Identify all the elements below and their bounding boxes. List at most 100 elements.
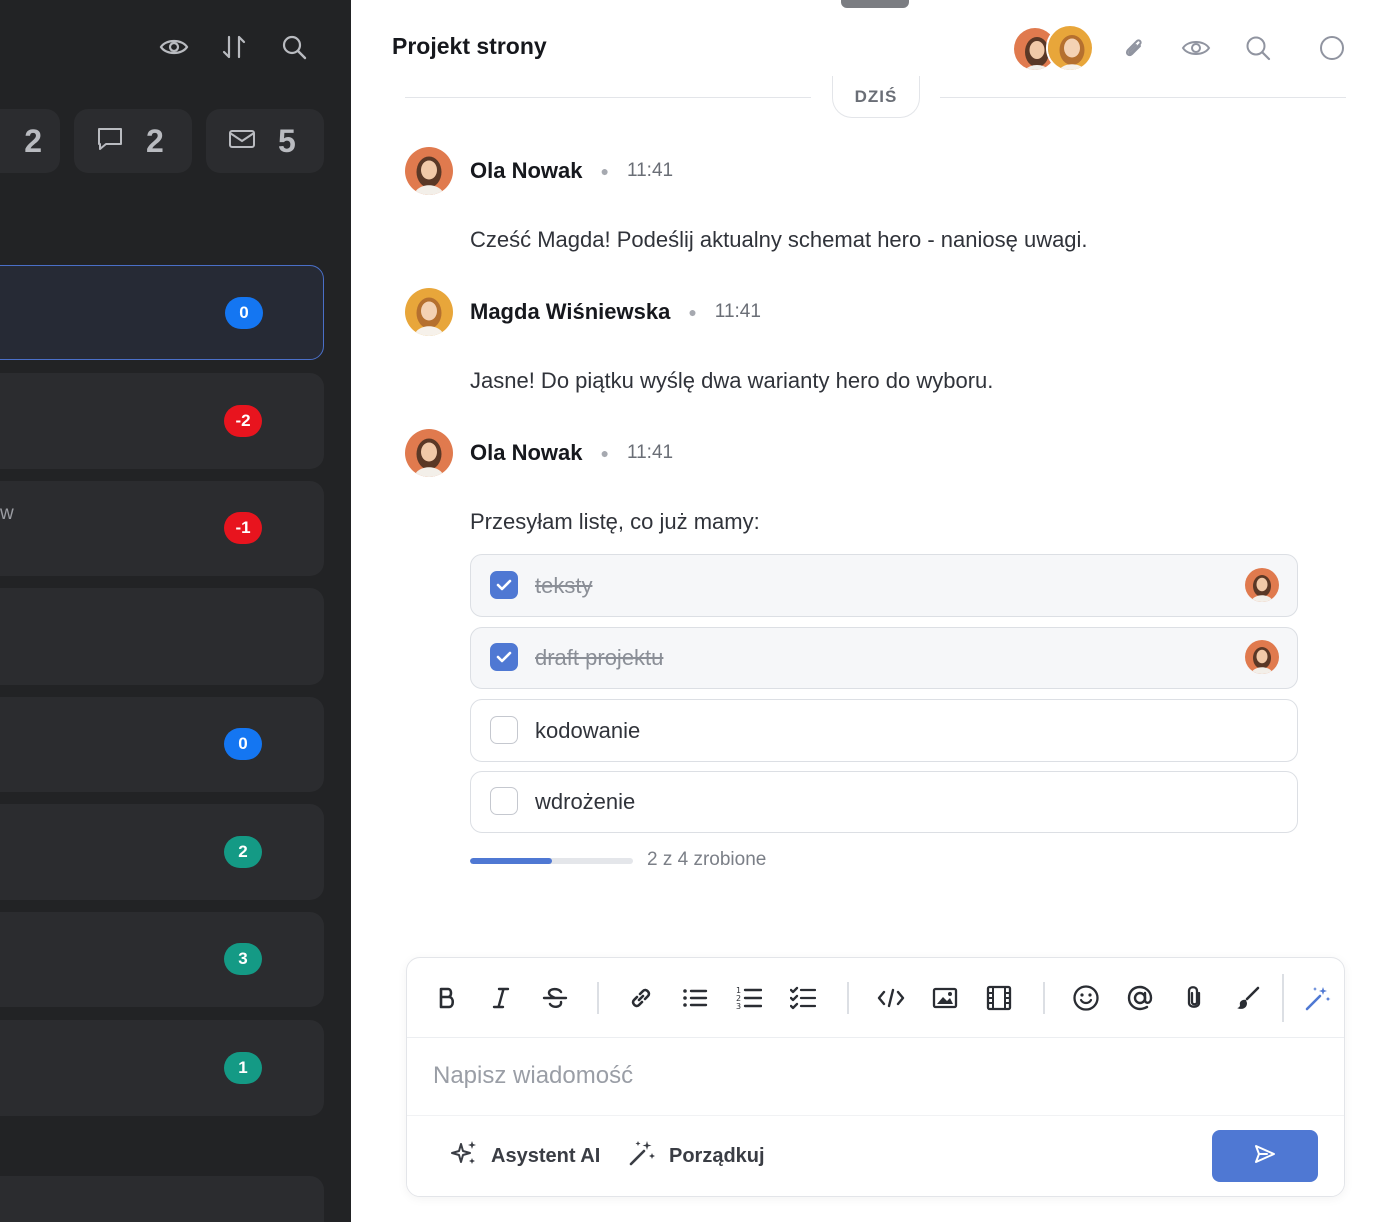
conversation-item[interactable] — [0, 1176, 324, 1222]
mail-icon — [228, 128, 256, 155]
conversation-item[interactable]: 2 — [0, 804, 324, 900]
message-time: 11:41 — [626, 160, 674, 181]
stat-counter[interactable]: 2 — [0, 109, 60, 173]
unread-badge: 0 — [225, 297, 263, 329]
unread-badge: 1 — [224, 1052, 262, 1084]
italic-icon[interactable] — [483, 980, 519, 1016]
unread-badge: 2 — [224, 836, 262, 868]
brush-icon[interactable] — [1230, 980, 1266, 1016]
conversation-item[interactable]: w -1 — [0, 481, 324, 576]
video-icon[interactable] — [981, 980, 1017, 1016]
magic-wand-icon — [627, 1138, 657, 1174]
circle-icon[interactable] — [1314, 30, 1350, 66]
conversation-item[interactable]: 1 — [0, 1020, 324, 1116]
tidy-label: Porządkuj — [669, 1144, 765, 1167]
toolbar-divider — [847, 982, 849, 1014]
ai-assistant-button[interactable]: Asystent AI — [449, 1138, 600, 1174]
message-time: 11:41 — [626, 442, 674, 463]
message-text: Przesyłam listę, co już mamy: — [470, 509, 760, 534]
image-icon[interactable] — [927, 980, 963, 1016]
code-icon[interactable] — [873, 980, 909, 1016]
mention-icon[interactable] — [1122, 980, 1158, 1016]
checklist-item-label: wdrożenie — [535, 789, 636, 814]
sort-icon[interactable] — [217, 30, 251, 64]
stat-comments[interactable]: 2 — [74, 109, 192, 173]
message-composer: 123 Napisz wiadomość Asystent AI Porządk… — [406, 957, 1345, 1197]
checklist-icon[interactable] — [785, 980, 821, 1016]
message-author[interactable]: Ola Nowak — [470, 440, 582, 466]
attach-icon[interactable] — [1176, 980, 1212, 1016]
message-text: Cześć Magda! Podeślij aktualny schemat h… — [470, 227, 1088, 252]
separator-dot: ● — [688, 304, 697, 320]
numbered-list-icon[interactable]: 123 — [731, 980, 767, 1016]
bullet-list-icon[interactable] — [677, 980, 713, 1016]
paperclip-icon[interactable] — [1116, 30, 1152, 66]
checklist-item[interactable]: wdrożenie — [470, 771, 1298, 833]
conversation-item[interactable] — [0, 588, 324, 685]
toolbar-divider — [597, 982, 599, 1014]
avatar[interactable] — [405, 429, 453, 477]
message-header: Magda Wiśniewska ● 11:41 — [405, 288, 761, 336]
svg-text:3: 3 — [736, 1002, 741, 1011]
checklist-item[interactable]: draft projektu — [470, 627, 1298, 689]
checkbox-checked[interactable] — [490, 571, 518, 599]
separator-dot: ● — [600, 445, 609, 461]
checklist-item[interactable]: kodowanie — [470, 699, 1298, 762]
message-author[interactable]: Magda Wiśniewska — [470, 299, 670, 325]
conversation-snippet: w — [0, 503, 14, 524]
checklist-progress-label: 2 z 4 zrobione — [647, 849, 767, 870]
bold-icon[interactable] — [429, 980, 465, 1016]
conversation-item[interactable]: 0 — [0, 265, 324, 360]
strikethrough-icon[interactable] — [537, 980, 573, 1016]
avatar[interactable] — [405, 147, 453, 195]
message-input[interactable]: Napisz wiadomość — [433, 1062, 633, 1090]
stat-mail[interactable]: 5 — [206, 109, 324, 173]
message-author[interactable]: Ola Nowak — [470, 158, 582, 184]
chat-header-actions — [1116, 30, 1350, 66]
assignee-avatar — [1245, 640, 1279, 674]
day-label: DZIŚ — [832, 76, 920, 118]
checklist-item[interactable]: teksty — [470, 554, 1298, 617]
conversation-item[interactable]: 0 — [0, 697, 324, 792]
ai-assistant-label: Asystent AI — [491, 1144, 601, 1167]
checklist-item-label: teksty — [535, 573, 593, 598]
sparkles-icon — [449, 1138, 479, 1174]
conversation-sidebar: 2 2 5 0 -2 w -1 0 2 3 1 — [0, 0, 351, 1222]
day-divider-line — [405, 97, 811, 98]
participants-avatars[interactable] — [1012, 24, 1094, 72]
comment-icon — [96, 126, 124, 157]
checkbox-checked[interactable] — [490, 643, 518, 671]
message-text: Jasne! Do piątku wyślę dwa warianty hero… — [470, 368, 994, 393]
link-icon[interactable] — [623, 980, 659, 1016]
unread-badge: 3 — [224, 943, 262, 975]
checkbox-unchecked[interactable] — [490, 787, 518, 815]
checklist-progress-bar — [470, 858, 633, 864]
avatar — [1046, 24, 1094, 72]
checkbox-unchecked[interactable] — [490, 716, 518, 744]
eye-icon[interactable] — [157, 30, 191, 64]
stat-value: 5 — [278, 122, 296, 159]
message-header: Ola Nowak ● 11:41 — [405, 429, 673, 477]
magic-wand-icon[interactable] — [1300, 980, 1336, 1016]
emoji-icon[interactable] — [1068, 980, 1104, 1016]
avatar[interactable] — [405, 288, 453, 336]
drag-handle[interactable] — [841, 0, 909, 8]
unread-badge: -2 — [224, 405, 262, 437]
send-button[interactable] — [1212, 1130, 1318, 1182]
conversation-item[interactable]: -2 — [0, 373, 324, 469]
unread-badge: 0 — [224, 728, 262, 760]
day-label-text: DZIŚ — [854, 87, 898, 106]
tidy-button[interactable]: Porządkuj — [627, 1138, 765, 1174]
toolbar-divider — [1043, 982, 1045, 1014]
unread-badge: -1 — [224, 512, 262, 544]
conversation-item[interactable]: 3 — [0, 912, 324, 1007]
search-icon[interactable] — [277, 30, 311, 64]
assignee-avatar — [1245, 568, 1279, 602]
checklist-item-label: draft projektu — [535, 645, 664, 670]
day-divider-line — [940, 97, 1346, 98]
stat-value: 2 — [146, 122, 164, 159]
message-header: Ola Nowak ● 11:41 — [405, 147, 673, 195]
search-icon[interactable] — [1240, 30, 1276, 66]
toolbar-divider — [1282, 974, 1284, 1022]
eye-icon[interactable] — [1178, 30, 1214, 66]
